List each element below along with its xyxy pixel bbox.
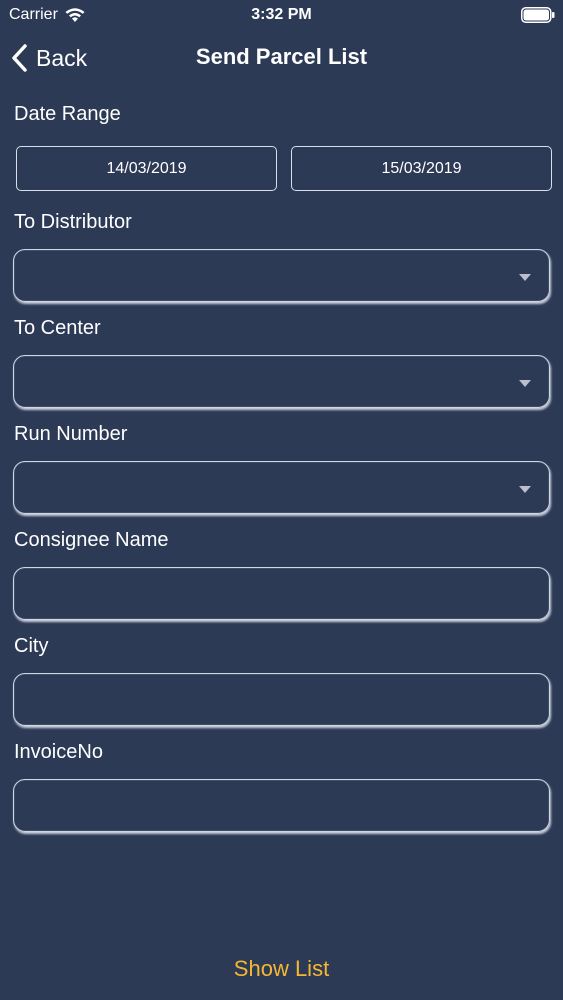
to-center-dropdown[interactable] xyxy=(13,355,550,408)
date-range-label: Date Range xyxy=(14,103,121,125)
city-field[interactable] xyxy=(13,673,550,726)
page-title: Send Parcel List xyxy=(195,44,368,69)
consignee-name-label: Consignee Name xyxy=(14,529,169,551)
invoice-no-input[interactable] xyxy=(14,780,549,831)
city-label: City xyxy=(14,635,49,657)
run-number-dropdown[interactable] xyxy=(13,461,550,514)
run-number-label: Run Number xyxy=(14,423,128,445)
status-bar: Carrier 3:32 PM xyxy=(0,0,563,30)
to-center-label: To Center xyxy=(14,317,101,339)
caret-down-icon xyxy=(519,486,531,493)
status-time: 3:32 PM xyxy=(251,6,312,23)
consignee-name-field[interactable] xyxy=(13,567,550,620)
battery-icon xyxy=(521,7,555,23)
date-from-field[interactable]: 14/03/2019 xyxy=(16,146,277,191)
navigation-bar: Back Send Parcel List xyxy=(0,36,563,80)
show-list-button[interactable]: Show List xyxy=(0,956,563,982)
city-input[interactable] xyxy=(14,674,549,725)
to-distributor-label: To Distributor xyxy=(14,211,132,233)
caret-down-icon xyxy=(519,274,531,281)
caret-down-icon xyxy=(519,380,531,387)
invoice-no-label: InvoiceNo xyxy=(14,741,103,763)
to-distributor-dropdown[interactable] xyxy=(13,249,550,302)
invoice-no-field[interactable] xyxy=(13,779,550,832)
date-to-field[interactable]: 15/03/2019 xyxy=(291,146,552,191)
consignee-name-input[interactable] xyxy=(14,568,549,619)
